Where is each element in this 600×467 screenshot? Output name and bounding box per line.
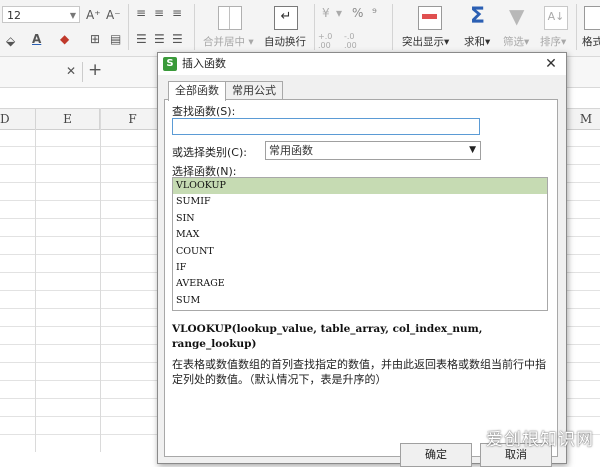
align-bottom-icon[interactable]: ≡	[172, 6, 182, 20]
function-signature: VLOOKUP(lookup_value, table_array, col_i…	[172, 323, 483, 350]
watermark: 爱创根知识网	[486, 430, 594, 450]
list-item-max[interactable]: MAX	[173, 227, 547, 243]
font-size-select[interactable]: 12 ▼	[2, 6, 80, 23]
align-left-icon[interactable]: ☰	[136, 32, 147, 46]
align-top-icon[interactable]: ≡	[136, 6, 146, 20]
sort-icon[interactable]: A↓	[544, 6, 568, 30]
list-item-if[interactable]: IF	[173, 260, 547, 276]
separator	[392, 4, 393, 50]
grid-line	[100, 108, 101, 452]
wrap-text-icon[interactable]: ↵	[274, 6, 298, 30]
search-label: 查找函数(S):	[172, 105, 236, 118]
insert-function-dialog: S 插入函数 ✕ 全部函数 常用公式 查找函数(S): 或选择类别(C): 常用…	[157, 52, 567, 467]
chevron-down-icon[interactable]: ▾	[336, 6, 342, 20]
ok-button[interactable]: 确定	[400, 443, 472, 467]
new-tab-icon[interactable]: +	[88, 60, 102, 80]
increase-decimal-icon[interactable]: +.0 .00	[318, 32, 342, 50]
clear-format-icon[interactable]: ⬙	[6, 34, 15, 48]
align-center-icon[interactable]: ☰	[154, 32, 165, 46]
separator	[128, 4, 129, 50]
dialog-title: 插入函数	[182, 57, 226, 70]
currency-icon[interactable]: ¥	[322, 6, 330, 20]
separator	[314, 4, 315, 50]
close-icon[interactable]: ✕	[540, 53, 562, 75]
separator	[576, 4, 577, 50]
highlight-icon[interactable]	[418, 6, 442, 30]
font-shrink-icon[interactable]: A⁻	[106, 8, 121, 22]
category-label: 或选择类别(C):	[172, 146, 247, 159]
decrease-decimal-icon[interactable]: -.0 .00	[344, 32, 368, 50]
chevron-down-icon: ▼	[469, 145, 476, 155]
function-listbox[interactable]: VLOOKUP SUMIF SIN MAX COUNT IF AVERAGE S…	[172, 177, 548, 311]
fill-color-icon[interactable]: ◆	[60, 32, 69, 46]
wrap-text-button[interactable]: 自动换行	[264, 34, 306, 49]
column-header-e[interactable]: E	[36, 109, 100, 129]
tab-common-formulas[interactable]: 常用公式	[225, 81, 283, 100]
merge-center-button[interactable]: 合并居中 ▾	[203, 34, 254, 49]
sort-button[interactable]: 排序▾	[540, 34, 566, 49]
chevron-down-icon: ▼	[69, 11, 76, 20]
filter-button[interactable]: 筛选▾	[503, 34, 529, 49]
app-logo-icon: S	[163, 57, 177, 71]
percent-icon[interactable]: %	[352, 6, 363, 20]
separator	[82, 62, 83, 82]
format-button[interactable]: 格式	[582, 34, 600, 49]
font-size-value: 12	[7, 9, 21, 22]
list-item-vlookup[interactable]: VLOOKUP	[173, 178, 547, 195]
font-grow-icon[interactable]: A⁺	[86, 8, 101, 22]
highlight-button[interactable]: 突出显示▾	[402, 34, 449, 49]
tab-all-functions[interactable]: 全部函数	[168, 81, 226, 101]
comma-style-icon[interactable]: ⁹	[372, 6, 377, 20]
font-color-icon[interactable]: A	[32, 32, 41, 46]
merge-center-icon[interactable]	[218, 6, 242, 30]
list-item-sum[interactable]: SUM	[173, 293, 547, 309]
ribbon-toolbar: 12 ▼ A⁺ A⁻ ⬙ A ◆ ⊞ ▤ ≡ ≡ ≡ ☰ ☰ ☰ 合并居中 ▾ …	[0, 0, 600, 57]
close-tab-icon[interactable]: ✕	[66, 64, 76, 78]
sum-button[interactable]: 求和▾	[464, 34, 490, 49]
search-input[interactable]	[172, 118, 480, 135]
list-item-sin[interactable]: SIN	[173, 211, 547, 227]
function-description: 在表格或数值数组的首列查找指定的数值，并由此返回表格或数组当前行中指定列处的数值…	[172, 358, 546, 386]
separator	[194, 4, 195, 50]
filter-icon[interactable]: ▼	[509, 4, 524, 28]
align-middle-icon[interactable]: ≡	[154, 6, 164, 20]
dialog-title-bar[interactable]: S 插入函数 ✕	[158, 53, 566, 75]
category-select[interactable]: 常用函数 ▼	[265, 141, 481, 160]
format-icon[interactable]	[584, 6, 600, 30]
sum-icon[interactable]: Σ	[470, 4, 485, 29]
category-value: 常用函数	[269, 144, 313, 157]
border-icon[interactable]: ⊞	[90, 32, 100, 46]
align-right-icon[interactable]: ☰	[172, 32, 183, 46]
list-item-average[interactable]: AVERAGE	[173, 276, 547, 292]
list-item-sumif[interactable]: SUMIF	[173, 194, 547, 210]
column-header-d[interactable]: D	[0, 109, 36, 129]
list-item-count[interactable]: COUNT	[173, 244, 547, 260]
cell-style-icon[interactable]: ▤	[110, 32, 121, 46]
